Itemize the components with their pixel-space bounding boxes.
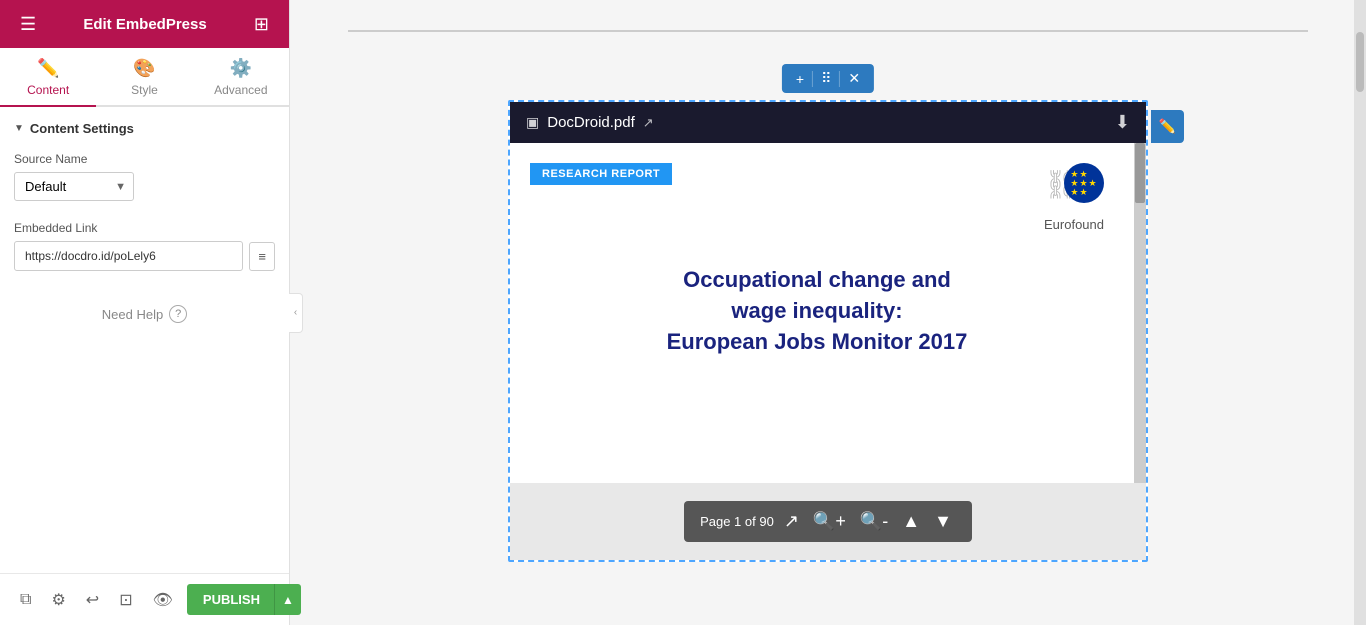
undo-button[interactable]: ↩ [80, 586, 105, 614]
toolbar-separator-1 [812, 71, 813, 87]
tab-style[interactable]: 🎨 Style [96, 48, 192, 105]
pdf-title-line1: Occupational change and [683, 267, 951, 292]
pdf-title: Occupational change and wage inequality:… [530, 265, 1104, 357]
grid-view-button[interactable]: ⊞ [248, 10, 275, 39]
eurofound-icon-wrapper: ⛓ ★★★★★★★ [1044, 163, 1104, 213]
eurofound-logo: ⛓ ★★★★★★★ Eurofound [1044, 163, 1104, 232]
layers-button[interactable]: ⧉ [14, 587, 37, 613]
pdf-body: RESEARCH REPORT ⛓ ★★★★★★★ Eurofound [510, 143, 1146, 483]
pdf-title-line3: European Jobs Monitor 2017 [667, 329, 968, 354]
section-arrow-icon: ▼ [14, 123, 24, 134]
widget-container: + ⠿ ✕ ✏️ ▣ DocDroid.pdf [508, 100, 1148, 562]
tab-content[interactable]: ✏️ Content [0, 48, 96, 105]
pdf-external-link-icon[interactable]: ↗ [643, 115, 654, 131]
source-name-field: Source Name Default ▼ [0, 146, 289, 207]
settings-button[interactable]: ⚙ [45, 586, 71, 614]
main-scrollbar-thumb [1356, 32, 1364, 92]
tab-advanced-label: Advanced [214, 83, 267, 97]
pdf-content: RESEARCH REPORT ⛓ ★★★★★★★ Eurofound [510, 143, 1134, 483]
need-help-section: Need Help ? [0, 285, 289, 323]
eu-stars: ★★★★★★★ [1070, 170, 1097, 197]
style-tab-icon: 🎨 [133, 58, 155, 79]
widget-edit-button[interactable]: ✏️ [1151, 110, 1184, 143]
embedded-link-row: ≡ [14, 241, 275, 271]
embedded-link-field: Embedded Link ≡ [0, 215, 289, 277]
content-settings-section: ▼ Content Settings [0, 107, 289, 146]
sidebar-header: ☰ Edit EmbedPress ⊞ [0, 0, 289, 48]
embedded-link-input[interactable] [14, 241, 243, 271]
pdf-next-button[interactable]: ▼ [930, 509, 956, 534]
sidebar: ☰ Edit EmbedPress ⊞ ✏️ Content 🎨 Style ⚙… [0, 0, 290, 625]
tab-style-label: Style [131, 83, 158, 97]
advanced-tab-icon: ⚙️ [230, 58, 252, 79]
main-content: + ⠿ ✕ ✏️ ▣ DocDroid.pdf [290, 0, 1366, 625]
main-scrollbar[interactable] [1354, 0, 1366, 625]
close-icon: ✕ [848, 70, 860, 87]
toolbar-separator-2 [839, 71, 840, 87]
widget-toolbar: + ⠿ ✕ [782, 64, 874, 93]
tabs-bar: ✏️ Content 🎨 Style ⚙️ Advanced [0, 48, 289, 107]
content-tab-icon: ✏️ [37, 58, 59, 79]
pdf-zoom-in-button[interactable]: 🔍+ [809, 509, 850, 534]
plus-icon: + [796, 71, 804, 87]
pdf-toolbar-wrapper: Page 1 of 90 ↗ 🔍+ 🔍- ▲ ▼ [510, 483, 1146, 560]
source-name-select-wrapper: Default ▼ [14, 172, 134, 201]
widget-add-button[interactable]: + [790, 69, 810, 89]
pdf-toolbar: Page 1 of 90 ↗ 🔍+ 🔍- ▲ ▼ [684, 501, 972, 542]
source-name-label: Source Name [14, 152, 275, 166]
publish-button[interactable]: PUBLISH [187, 584, 276, 615]
pdf-doc-icon: ▣ [526, 114, 539, 131]
eu-circle-icon: ★★★★★★★ [1064, 163, 1104, 203]
pdf-header: ▣ DocDroid.pdf ↗ ⬇ [510, 102, 1146, 143]
sidebar-content: ▼ Content Settings Source Name Default ▼… [0, 107, 289, 573]
sidebar-footer: ⧉ ⚙ ↩ ⊡ 👁 PUBLISH ▲ [0, 573, 289, 625]
pdf-open-button[interactable]: ↗ [780, 509, 803, 534]
pdf-header-left: ▣ DocDroid.pdf ↗ [526, 114, 654, 131]
source-name-select[interactable]: Default [14, 172, 134, 201]
pdf-title-line2: wage inequality: [731, 298, 902, 323]
pdf-embed-widget: ▣ DocDroid.pdf ↗ ⬇ RESEARCH REPORT [508, 100, 1148, 562]
publish-group: PUBLISH ▲ [187, 584, 301, 615]
pdf-page-info: Page 1 of 90 [700, 514, 774, 529]
collapse-handle[interactable]: ‹ [289, 293, 303, 333]
pdf-scrollbar-thumb [1135, 143, 1145, 203]
eurofound-label: Eurofound [1044, 217, 1104, 232]
embedded-link-settings-button[interactable]: ≡ [249, 242, 275, 271]
embedded-link-label: Embedded Link [14, 221, 275, 235]
need-help-label: Need Help [102, 307, 163, 322]
responsive-button[interactable]: ⊡ [113, 586, 138, 614]
tab-content-label: Content [27, 83, 69, 97]
widget-close-button[interactable]: ✕ [842, 68, 866, 89]
preview-button[interactable]: 👁 [147, 586, 179, 614]
section-title: Content Settings [30, 121, 134, 136]
help-icon[interactable]: ? [169, 305, 187, 323]
pdf-prev-button[interactable]: ▲ [898, 509, 924, 534]
tab-advanced[interactable]: ⚙️ Advanced [193, 48, 289, 105]
pdf-zoom-out-button[interactable]: 🔍- [856, 509, 892, 534]
hamburger-menu-button[interactable]: ☰ [14, 10, 42, 39]
widget-move-button[interactable]: ⠿ [815, 68, 837, 89]
canvas-area: + ⠿ ✕ ✏️ ▣ DocDroid.pdf [290, 0, 1366, 625]
pdf-filename: DocDroid.pdf [547, 114, 635, 131]
move-icon: ⠿ [821, 70, 831, 87]
research-badge: RESEARCH REPORT [530, 163, 672, 185]
sidebar-title: Edit EmbedPress [83, 16, 206, 33]
pdf-scrollbar[interactable] [1134, 143, 1146, 483]
top-divider [348, 30, 1308, 32]
pdf-download-icon[interactable]: ⬇ [1115, 112, 1130, 133]
publish-dropdown-button[interactable]: ▲ [274, 584, 301, 615]
